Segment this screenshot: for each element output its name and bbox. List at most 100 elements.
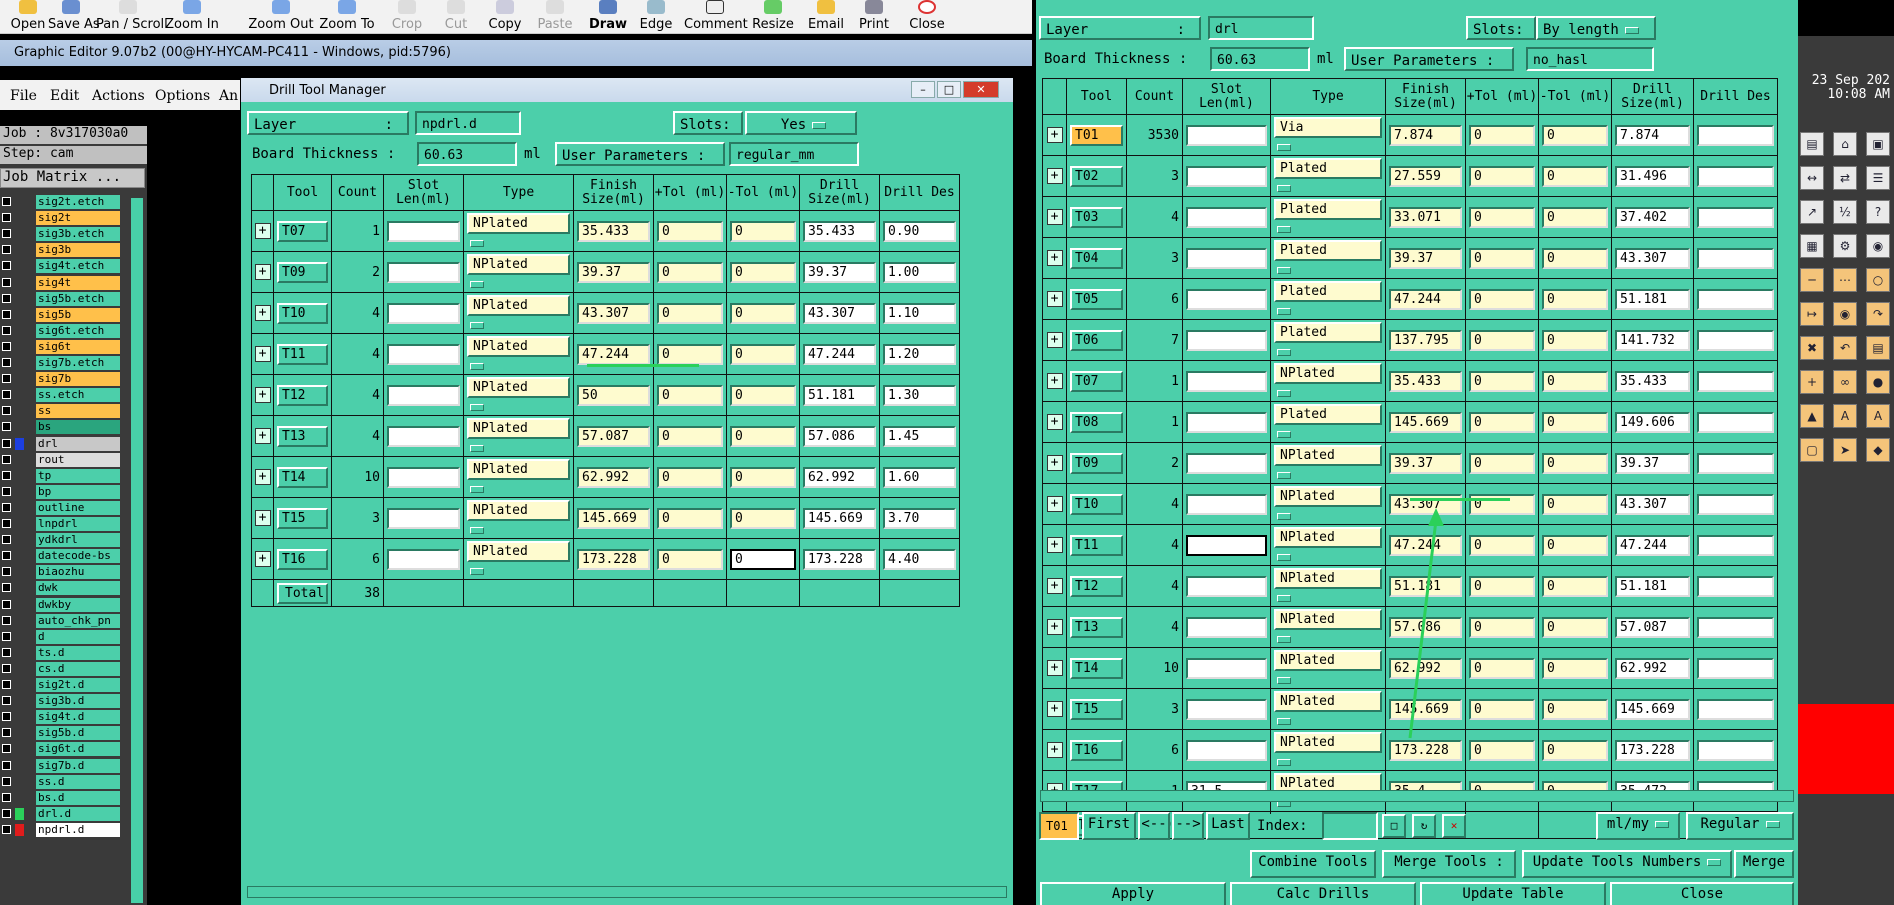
drill-des-input[interactable]: 3.70 xyxy=(883,507,956,529)
finish-size-input[interactable]: 33.071 xyxy=(1389,206,1462,228)
layer-checkbox[interactable] xyxy=(2,615,11,625)
slot-length-input[interactable] xyxy=(1186,657,1267,679)
layer-row[interactable]: ts.d xyxy=(2,645,120,660)
calc-drills-button[interactable]: Calc Drills xyxy=(1230,882,1416,905)
layer-checkbox[interactable] xyxy=(2,519,11,528)
layer-row[interactable]: sig6t.etch xyxy=(2,323,120,338)
layer-checkbox[interactable] xyxy=(2,567,11,577)
layer-row[interactable]: ss.d xyxy=(2,774,120,789)
expand-row-icon[interactable]: + xyxy=(1046,127,1063,143)
drill-des-input[interactable]: 1.20 xyxy=(883,343,956,365)
slot-length-input[interactable] xyxy=(1186,616,1267,638)
expand-row-icon[interactable]: + xyxy=(1046,373,1063,389)
layer-row[interactable]: ss.etch xyxy=(2,388,120,403)
expand-row-icon[interactable]: + xyxy=(254,346,271,362)
finish-size-input[interactable]: 47.244 xyxy=(1389,288,1462,310)
type-dropdown[interactable]: NPlated xyxy=(467,377,570,398)
drill-size-input[interactable]: 39.37 xyxy=(803,261,876,283)
pin-icon[interactable]: ◆ xyxy=(1866,438,1890,462)
home-icon[interactable]: ⌂ xyxy=(1833,132,1857,156)
plus-tol-input[interactable]: 0 xyxy=(1469,165,1535,187)
drill-des-input[interactable] xyxy=(1697,616,1774,638)
layer-row[interactable]: sig2t.d xyxy=(2,678,120,692)
pan-scroll-button[interactable]: Pan / Scroll xyxy=(96,0,168,34)
drill-size-input[interactable]: 31.496 xyxy=(1615,165,1690,187)
crop-button[interactable]: Crop xyxy=(388,0,426,34)
minus-tol-input[interactable]: 0 xyxy=(1542,411,1608,433)
expand-row-icon[interactable]: + xyxy=(1046,619,1063,635)
panel-icon[interactable]: ▣ xyxy=(1866,132,1890,156)
expand-row-icon[interactable]: + xyxy=(1046,168,1063,184)
layer-row[interactable]: tp xyxy=(2,468,120,483)
finish-size-input[interactable]: 57.087 xyxy=(577,425,650,447)
minus-tol-input[interactable]: 0 xyxy=(1542,165,1608,187)
minus-tol-input[interactable]: 0 xyxy=(1542,288,1608,310)
tool-button[interactable]: T16 xyxy=(1070,739,1123,761)
layer-row[interactable]: sig4t.etch xyxy=(2,259,120,274)
delete-icon[interactable]: ✕ xyxy=(1442,814,1466,838)
grid-icon[interactable]: ▦ xyxy=(1800,234,1824,258)
email-button[interactable]: Email xyxy=(806,0,846,34)
measure-icon[interactable]: ↦ xyxy=(1800,302,1824,326)
layer-checkbox[interactable] xyxy=(2,277,11,287)
tool-button[interactable]: T14 xyxy=(277,466,328,488)
resize-button[interactable]: Resize xyxy=(750,0,796,34)
tool-button[interactable]: T12 xyxy=(1070,575,1123,597)
drill-des-input[interactable] xyxy=(1697,739,1774,761)
tool-button[interactable]: T09 xyxy=(277,261,328,283)
route-icon[interactable]: ↷ xyxy=(1866,302,1890,326)
type-dropdown[interactable]: NPlated xyxy=(1274,568,1382,589)
type-dropdown[interactable]: NPlated xyxy=(467,500,570,521)
layer-row[interactable]: bs.d xyxy=(2,790,120,805)
minus-tol-input[interactable]: 0 xyxy=(730,425,796,447)
slot-length-input[interactable] xyxy=(387,343,460,365)
plus-tol-input[interactable]: 0 xyxy=(1469,124,1535,146)
alert-icon[interactable]: ▲ xyxy=(1800,404,1824,428)
minus-tol-input[interactable]: 0 xyxy=(730,302,796,324)
plus-tol-input[interactable]: 0 xyxy=(657,507,723,529)
layer-row[interactable]: sig7b.etch xyxy=(2,356,120,370)
tool-button[interactable]: T12 xyxy=(277,384,328,406)
combine-tools-button[interactable]: Combine Tools xyxy=(1250,850,1376,878)
plus-tol-input[interactable]: 0 xyxy=(1469,411,1535,433)
layer-checkbox[interactable] xyxy=(2,245,11,255)
expand-row-icon[interactable]: + xyxy=(1046,660,1063,676)
dots-icon[interactable]: ⋯ xyxy=(1833,268,1857,292)
plus-tol-input[interactable]: 0 xyxy=(1469,206,1535,228)
type-dropdown[interactable]: NPlated xyxy=(1274,527,1382,548)
plus-tol-input[interactable]: 0 xyxy=(1469,698,1535,720)
type-dropdown[interactable]: Plated xyxy=(1274,199,1382,220)
minus-tol-input[interactable]: 0 xyxy=(1542,534,1608,556)
arrow-icon[interactable]: ↗ xyxy=(1800,200,1824,224)
network-icon[interactable]: ⚙ xyxy=(1833,234,1857,258)
drill-size-input[interactable]: 47.244 xyxy=(803,343,876,365)
tool-button[interactable]: T03 xyxy=(1070,206,1123,228)
plug-icon[interactable]: ◉ xyxy=(1866,234,1890,258)
drill-size-input[interactable]: 173.228 xyxy=(1615,739,1690,761)
horizontal-scrollbar[interactable] xyxy=(1040,790,1794,802)
user-params-field[interactable]: regular_mm xyxy=(729,142,859,166)
minus-tol-input[interactable]: 0 xyxy=(1542,616,1608,638)
expand-row-icon[interactable]: + xyxy=(1046,332,1063,348)
layer-row[interactable]: dwk xyxy=(2,581,120,596)
expand-row-icon[interactable]: + xyxy=(1046,537,1063,553)
select-icon[interactable]: ▢ xyxy=(1800,438,1824,462)
layer-checkbox[interactable] xyxy=(2,454,11,464)
drill-size-input[interactable]: 145.669 xyxy=(1615,698,1690,720)
type-dropdown[interactable]: Plated xyxy=(1274,281,1382,302)
minus-tol-input[interactable]: 0 xyxy=(1542,493,1608,515)
window-close-button[interactable]: ✕ xyxy=(963,81,999,98)
layer-checkbox[interactable] xyxy=(2,680,11,689)
slot-length-input[interactable] xyxy=(387,220,460,242)
finish-size-input[interactable]: 50 xyxy=(577,384,650,406)
copy-button[interactable]: Copy xyxy=(484,0,526,34)
drill-des-input[interactable] xyxy=(1697,206,1774,228)
layer-checkbox[interactable] xyxy=(2,341,11,351)
expand-row-icon[interactable]: + xyxy=(254,551,271,567)
circle-icon[interactable]: ○ xyxy=(1866,268,1890,292)
drill-size-input[interactable]: 149.606 xyxy=(1615,411,1690,433)
type-dropdown[interactable]: NPlated xyxy=(1274,445,1382,466)
open-button[interactable]: Open xyxy=(8,0,48,34)
units-dropdown[interactable]: ml/my xyxy=(1596,812,1680,840)
slot-length-input[interactable] xyxy=(387,466,460,488)
